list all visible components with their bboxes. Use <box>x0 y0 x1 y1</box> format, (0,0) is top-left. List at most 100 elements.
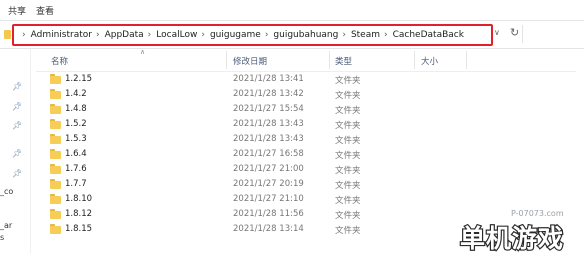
table-row[interactable]: 1.6.4 2021/1/27 16:58 文件夹 <box>36 147 556 162</box>
chevron-right-icon: › <box>264 30 269 40</box>
file-name: 1.6.4 <box>65 149 87 159</box>
address-controls: ∨ ↻ <box>492 25 583 43</box>
file-type: 文件夹 <box>335 166 361 176</box>
file-modified: 2021/1/27 16:58 <box>233 149 304 159</box>
ribbon-tab-view[interactable]: 查看 <box>36 4 54 17</box>
column-divider[interactable] <box>329 51 330 69</box>
pin-icon[interactable]: 📌︎ <box>12 169 22 178</box>
pin-icon[interactable]: 📌︎ <box>12 121 22 130</box>
refresh-icon[interactable]: ↻ <box>510 26 519 39</box>
file-type: 文件夹 <box>335 211 361 221</box>
table-row[interactable]: 1.5.2 2021/1/28 13:43 文件夹 <box>36 117 556 132</box>
table-row[interactable]: 1.4.2 2021/1/28 13:42 文件夹 <box>36 87 556 102</box>
file-modified: 2021/1/27 20:19 <box>233 179 304 189</box>
table-row[interactable]: 1.8.10 2021/1/27 21:10 文件夹 <box>36 192 556 207</box>
folder-icon <box>50 74 61 84</box>
file-modified: 2021/1/28 13:43 <box>233 134 304 144</box>
file-name: 1.4.2 <box>65 89 87 99</box>
watermark-url: P-07073.com <box>511 209 564 218</box>
file-modified: 2021/1/28 11:56 <box>233 209 304 219</box>
file-name: 1.2.15 <box>65 74 93 84</box>
breadcrumb-item-appdata[interactable]: › AppData <box>92 30 144 40</box>
ribbon-bar: 共享 查看 <box>0 0 584 21</box>
breadcrumb-item-cachedataback[interactable]: › CacheDataBack <box>380 30 464 40</box>
table-row[interactable]: 1.7.7 2021/1/27 20:19 文件夹 <box>36 177 556 192</box>
file-type: 文件夹 <box>335 91 361 101</box>
breadcrumb-item-guigugame[interactable]: › guigugame <box>197 30 260 40</box>
nav-item-label[interactable]: _ar <box>0 221 12 230</box>
file-modified: 2021/1/28 13:42 <box>233 89 304 99</box>
file-type: 文件夹 <box>335 136 361 146</box>
folder-icon <box>4 30 11 39</box>
file-type: 文件夹 <box>335 181 361 191</box>
file-name: 1.7.6 <box>65 164 87 174</box>
watermark-logo-text: 单机游戏 <box>460 224 564 252</box>
breadcrumb-item-administrator[interactable]: › Administrator <box>18 30 92 40</box>
file-type: 文件夹 <box>335 196 361 206</box>
pin-icon[interactable]: 📌︎ <box>12 82 22 91</box>
address-bar-row: › Administrator › AppData › LocalLow › g… <box>0 21 584 49</box>
watermark-logo: 单机游戏 <box>459 224 564 252</box>
address-bar[interactable]: › Administrator › AppData › LocalLow › g… <box>12 24 493 46</box>
navigation-pane: 📌︎ 📌︎ 📌︎ 📌︎ 📌︎ _co _ar s <box>0 49 31 254</box>
folder-icon <box>50 209 61 219</box>
chevron-right-icon: › <box>22 30 26 40</box>
file-modified: 2021/1/27 21:00 <box>233 164 304 174</box>
folder-icon <box>50 179 61 189</box>
file-modified: 2021/1/27 15:54 <box>233 104 304 114</box>
column-divider[interactable] <box>466 51 467 69</box>
file-name: 1.8.10 <box>65 194 93 204</box>
column-divider[interactable] <box>226 51 227 69</box>
table-row[interactable]: 1.5.3 2021/1/28 13:43 文件夹 <box>36 132 556 147</box>
file-name: 1.4.8 <box>65 104 87 114</box>
nav-item-label[interactable]: s <box>0 233 4 242</box>
nav-item-label[interactable]: _co <box>0 187 13 196</box>
breadcrumb-item-guigubahuang[interactable]: › guigubahuang <box>261 30 339 40</box>
file-modified: 2021/1/27 21:10 <box>233 194 304 204</box>
file-type: 文件夹 <box>335 151 361 161</box>
breadcrumb: › Administrator › AppData › LocalLow › g… <box>14 26 491 44</box>
file-name: 1.5.2 <box>65 119 87 129</box>
file-name: 1.7.7 <box>65 179 87 189</box>
file-modified: 2021/1/28 13:43 <box>233 119 304 129</box>
column-header-name[interactable]: 名称 <box>51 55 68 67</box>
file-name: 1.8.15 <box>65 224 93 234</box>
chevron-right-icon: › <box>95 30 100 40</box>
pin-icon[interactable]: 📌︎ <box>12 149 22 158</box>
folder-icon <box>50 104 61 114</box>
file-type: 文件夹 <box>335 106 361 116</box>
pin-icon[interactable]: 📌︎ <box>12 102 22 111</box>
column-divider[interactable] <box>414 51 415 69</box>
search-input[interactable] <box>522 25 583 43</box>
table-row[interactable]: 1.7.6 2021/1/27 21:00 文件夹 <box>36 162 556 177</box>
file-type: 文件夹 <box>335 76 361 86</box>
table-row[interactable]: 1.2.15 2021/1/28 13:41 文件夹 <box>36 72 556 87</box>
file-list: 1.2.15 2021/1/28 13:41 文件夹 1.4.2 2021/1/… <box>36 72 556 237</box>
folder-icon <box>50 224 61 234</box>
column-header-row: 名称 ∧ 修改日期 类型 大小 <box>36 48 576 72</box>
file-name: 1.8.12 <box>65 209 93 219</box>
column-header-type[interactable]: 类型 <box>335 55 352 67</box>
folder-icon <box>50 89 61 99</box>
table-row[interactable]: 1.4.8 2021/1/27 15:54 文件夹 <box>36 102 556 117</box>
chevron-right-icon: › <box>342 30 346 40</box>
sort-ascending-icon: ∧ <box>140 48 146 56</box>
chevron-down-icon[interactable]: ∨ <box>494 28 500 37</box>
folder-icon <box>50 134 61 144</box>
column-header-size[interactable]: 大小 <box>421 55 438 67</box>
folder-icon <box>50 164 61 174</box>
folder-icon <box>50 149 61 159</box>
file-modified: 2021/1/28 13:14 <box>233 224 304 234</box>
chevron-right-icon: › <box>384 30 388 40</box>
file-name: 1.5.3 <box>65 134 87 144</box>
file-type: 文件夹 <box>335 121 361 131</box>
column-header-modified[interactable]: 修改日期 <box>233 55 267 67</box>
breadcrumb-item-locallow[interactable]: › LocalLow <box>144 30 198 40</box>
breadcrumb-item-steam[interactable]: › Steam <box>338 30 380 40</box>
chevron-right-icon: › <box>147 30 152 40</box>
file-type: 文件夹 <box>335 226 361 236</box>
chevron-right-icon: › <box>201 30 205 40</box>
file-modified: 2021/1/28 13:41 <box>233 74 304 84</box>
ribbon-tab-share[interactable]: 共享 <box>8 4 26 17</box>
table-row[interactable]: 1.8.12 2021/1/28 11:56 文件夹 <box>36 207 556 222</box>
